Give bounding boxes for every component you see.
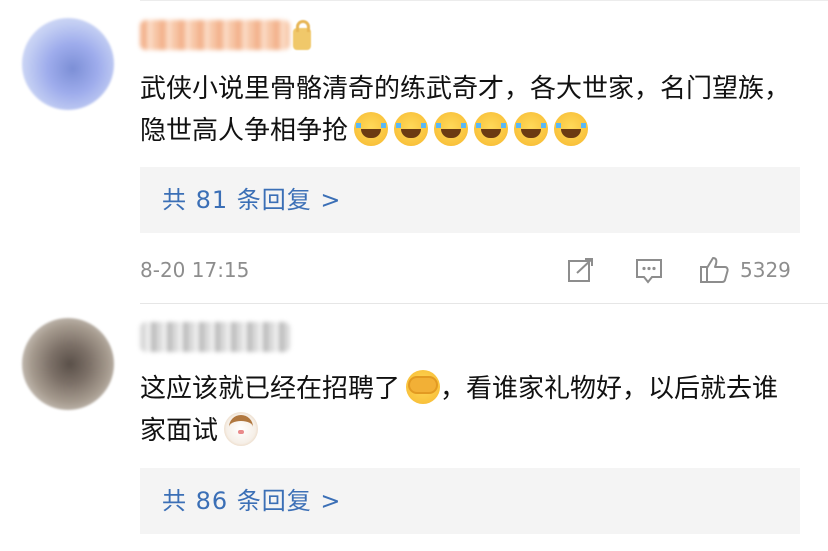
like-count: 5329	[740, 258, 791, 282]
laughing-tears-icon	[554, 112, 589, 146]
cat-face-icon	[224, 412, 259, 446]
replies-box-1: 共 81 条回复 >	[140, 167, 800, 233]
view-replies-link-1[interactable]: 共 81 条回复 >	[162, 185, 342, 215]
laughing-tears-icon	[394, 112, 429, 146]
comment-icon[interactable]	[634, 256, 664, 284]
comment-text-2: 这应该就已经在招聘了 ，看谁家礼物好，以后就去谁家面试	[140, 368, 800, 452]
comment-body-2a: 这应该就已经在招聘了	[140, 374, 401, 404]
avatar-commenter-1[interactable]	[22, 18, 114, 110]
laughing-tears-icon	[354, 112, 389, 146]
laughing-tears-icon	[474, 112, 509, 146]
comment-meta-row-1: 8-20 17:15 5329	[140, 254, 800, 288]
comment-divider	[140, 303, 828, 304]
laughing-tears-icon	[514, 112, 549, 146]
replies-box-2: 共 86 条回复 >	[140, 468, 800, 534]
share-icon[interactable]	[566, 256, 596, 284]
badge-icon	[293, 20, 311, 50]
comment-text-1: 武侠小说里骨骼清奇的练武奇才，各大世家，名门望族，隐世高人争相争抢	[140, 68, 800, 152]
view-replies-link-2[interactable]: 共 86 条回复 >	[162, 486, 342, 516]
laughing-tears-icon	[434, 112, 469, 146]
username-blurred-2[interactable]	[140, 322, 290, 352]
thumbs-up-icon[interactable]	[698, 254, 730, 286]
comment-timestamp: 8-20 17:15	[140, 258, 250, 282]
username-blurred-1[interactable]	[140, 20, 290, 50]
avatar-commenter-2[interactable]	[22, 318, 114, 410]
face-covering-icon	[406, 370, 441, 404]
top-divider	[140, 0, 828, 1]
